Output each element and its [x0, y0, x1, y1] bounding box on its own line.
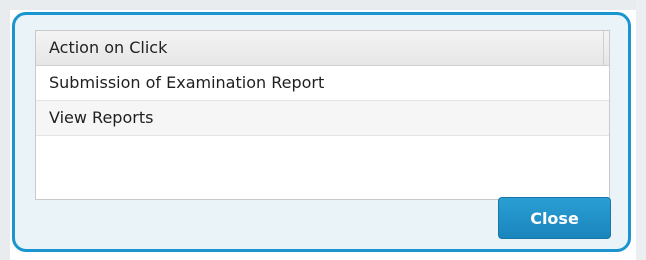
- list-item-view-reports[interactable]: View Reports: [36, 101, 609, 136]
- list-column-header-label: Action on Click: [49, 38, 168, 57]
- backdrop-left-edge: [0, 0, 10, 260]
- list-column-header[interactable]: Action on Click: [36, 31, 609, 66]
- column-divider: [603, 31, 604, 65]
- list-item-submission-of-examination-report[interactable]: Submission of Examination Report: [36, 66, 609, 101]
- list-item-label: View Reports: [49, 108, 154, 127]
- close-button[interactable]: Close: [498, 197, 611, 239]
- backdrop-top-strip: [0, 0, 646, 10]
- action-list-panel: Action on Click Submission of Examinatio…: [35, 30, 610, 200]
- action-dialog: Action on Click Submission of Examinatio…: [12, 12, 631, 252]
- backdrop-right-edge: [636, 0, 646, 260]
- list-item-label: Submission of Examination Report: [49, 73, 325, 92]
